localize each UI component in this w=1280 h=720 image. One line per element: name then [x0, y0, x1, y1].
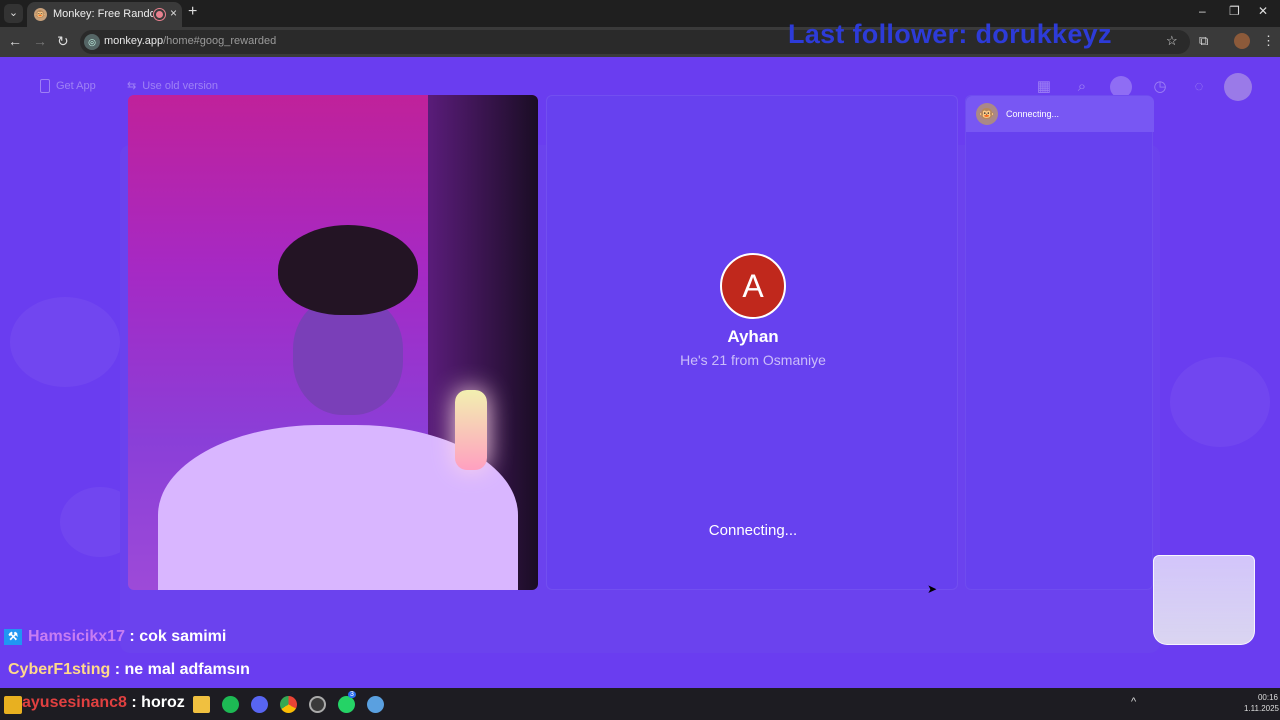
- windows-taskbar: [0, 688, 1280, 720]
- tray-expand-icon[interactable]: ^: [1131, 696, 1136, 708]
- back-icon[interactable]: ←: [8, 33, 22, 49]
- chat-message-text: : ne mal adfamsın: [110, 661, 250, 678]
- whatsapp-icon[interactable]: 3: [338, 691, 356, 713]
- chat-badge-icon: ⚒: [4, 628, 22, 645]
- clock-date: 1.11.2025: [1244, 704, 1279, 713]
- phone-icon: [40, 79, 50, 93]
- chat-header: 🐵 Connecting...: [966, 96, 1154, 132]
- reload-icon[interactable]: ↻: [57, 33, 69, 50]
- background-blob: [10, 297, 120, 387]
- tab-close-icon[interactable]: ×: [170, 6, 177, 20]
- messages-icon[interactable]: ◌: [1188, 76, 1210, 98]
- self-video-feed: [128, 95, 538, 590]
- tab-title: Monkey: Free Random Vide: [53, 8, 153, 20]
- match-subtitle: He's 21 from Osmaniye: [680, 352, 826, 368]
- history-icon[interactable]: ◷: [1149, 76, 1171, 98]
- chat-username: CyberF1sting: [8, 661, 111, 678]
- video-microphone: [455, 390, 487, 470]
- clock-time: 00:16: [1257, 693, 1278, 702]
- app-icon[interactable]: [367, 696, 384, 713]
- stream-chat-message: ayusesinanc8 : horoz: [22, 694, 185, 712]
- new-tab-button[interactable]: +: [188, 3, 197, 21]
- swap-icon: ⇆: [127, 80, 137, 92]
- chat-status: Connecting...: [1006, 109, 1060, 119]
- chat-message-text: : horoz: [126, 694, 185, 711]
- get-app-link[interactable]: Get App: [40, 79, 96, 93]
- restore-icon[interactable]: ❐: [1229, 4, 1240, 18]
- recording-indicator-icon: [154, 9, 165, 20]
- active-tab[interactable]: 🐵 Monkey: Free Random Vide ×: [27, 2, 182, 27]
- spotify-icon[interactable]: [222, 696, 239, 713]
- profile-avatar[interactable]: [1234, 33, 1250, 49]
- video-person-hair: [278, 225, 418, 315]
- site-info-icon[interactable]: ◎: [84, 34, 100, 50]
- monkey-icon: 🐵: [976, 103, 998, 125]
- monkey-favicon-icon: 🐵: [34, 8, 47, 21]
- last-follower-overlay: Last follower: dorukkeyz: [788, 19, 1112, 49]
- match-connecting-status: Connecting...: [708, 522, 798, 539]
- stream-chat-message: ⚒ Hamsicikx17 : cok samimi: [4, 628, 226, 646]
- system-clock[interactable]: 00:16 1.11.2025: [1244, 692, 1279, 714]
- match-name: Ayhan: [727, 327, 779, 346]
- forward-icon[interactable]: →: [33, 33, 47, 49]
- window-close-icon[interactable]: ✕: [1258, 4, 1268, 18]
- chat-username: ayusesinanc8: [22, 694, 127, 711]
- tab-search-button[interactable]: ⌄: [4, 4, 23, 23]
- browser-menu-icon[interactable]: ⋮: [1262, 33, 1275, 49]
- url-text[interactable]: monkey.app/home#goog_rewarded: [104, 35, 276, 47]
- discord-icon[interactable]: [251, 696, 268, 713]
- mouse-cursor-icon: ➤: [927, 582, 938, 596]
- bookmark-star-icon[interactable]: ☆: [1166, 33, 1178, 49]
- chat-username: Hamsicikx17: [28, 628, 125, 645]
- chat-message-text: : cok samimi: [124, 628, 227, 645]
- chrome-icon[interactable]: [280, 696, 297, 713]
- user-avatar[interactable]: [1224, 73, 1252, 101]
- obs-icon[interactable]: [309, 696, 326, 713]
- background-blob: [1170, 357, 1270, 447]
- stream-chat-message: CyberF1sting : ne mal adfamsın: [8, 661, 250, 679]
- file-explorer-icon[interactable]: [193, 696, 210, 713]
- chat-panel: 🐵 Connecting...: [965, 95, 1154, 590]
- match-avatar: A: [720, 253, 786, 319]
- match-video-panel: A Ayhan He's 21 from Osmaniye Connecting…: [546, 95, 958, 590]
- extensions-icon[interactable]: ⧉: [1199, 33, 1208, 49]
- whatsapp-badge: 3: [348, 691, 356, 698]
- old-version-link[interactable]: ⇆ Use old version: [127, 79, 218, 92]
- start-button-icon[interactable]: [4, 696, 22, 714]
- webcam-cup-overlay: [1153, 555, 1255, 645]
- minimize-icon[interactable]: –: [1199, 4, 1206, 18]
